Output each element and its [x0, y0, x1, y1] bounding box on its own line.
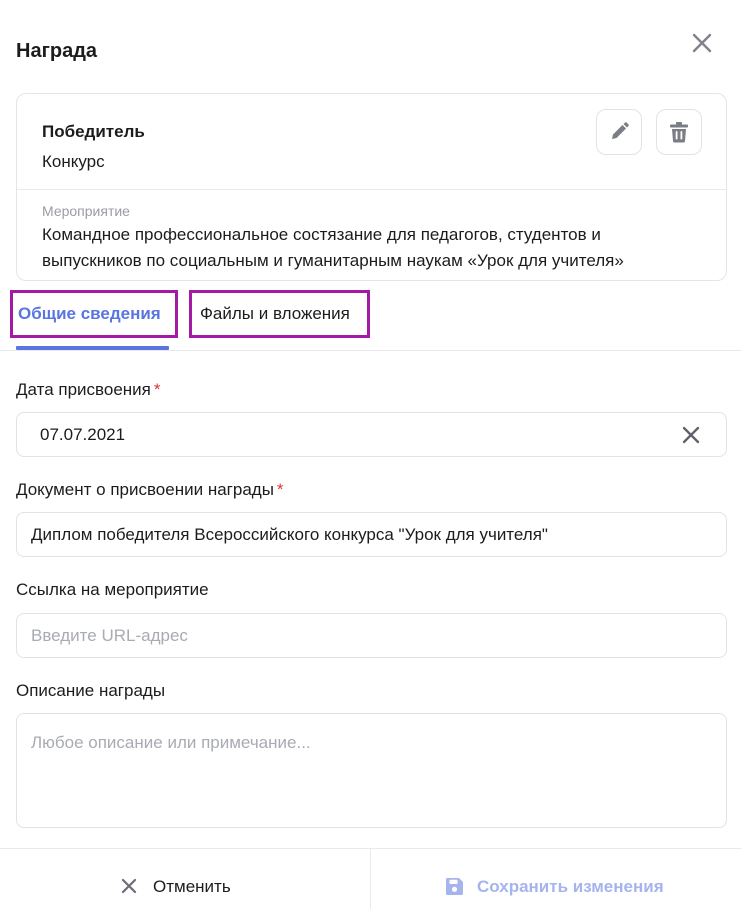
cancel-button-label: Отменить: [153, 877, 231, 896]
document-label: Документ о присвоении награды *: [16, 480, 284, 500]
clear-icon[interactable]: [679, 423, 703, 447]
tab-general-info[interactable]: Общие сведения: [10, 290, 178, 338]
date-label-text: Дата присвоения: [16, 380, 151, 399]
required-mark: *: [276, 480, 284, 499]
tab-general-info-label: Общие сведения: [18, 304, 161, 323]
cancel-button[interactable]: Отменить: [0, 849, 370, 909]
delete-button[interactable]: [656, 109, 702, 155]
document-label-text: Документ о присвоении награды: [16, 480, 274, 499]
award-dialog: Награда Победитель Конкурс Мероприятие К…: [0, 0, 741, 909]
award-card: Победитель Конкурс Мероприятие Командное: [16, 93, 727, 281]
dialog-footer: Отменить Сохранить изменения: [0, 848, 741, 909]
edit-button[interactable]: [596, 109, 642, 155]
award-card-header: Победитель Конкурс: [17, 94, 726, 190]
tab-files-attachments-label: Файлы и вложения: [200, 304, 350, 323]
date-value: 07.07.2021: [40, 425, 126, 444]
description-label: Описание награды: [16, 681, 166, 700]
save-button-label: Сохранить изменения: [477, 877, 664, 896]
date-field[interactable]: 07.07.2021: [16, 412, 727, 457]
event-link-placeholder: Введите URL-адрес: [31, 626, 188, 645]
event-text: Командное профессиональное состязание дл…: [42, 225, 624, 270]
floppy-disk-icon: [446, 878, 463, 895]
dialog-title: Награда: [16, 40, 98, 62]
event-link-input[interactable]: Введите URL-адрес: [16, 613, 727, 658]
description-placeholder: Любое описание или примечание...: [31, 733, 311, 752]
award-name: Победитель: [42, 122, 145, 141]
award-type: Конкурс: [42, 152, 105, 171]
event-label: Мероприятие: [42, 203, 130, 219]
trash-icon: [670, 122, 688, 143]
link-label: Ссылка на мероприятие: [16, 580, 209, 599]
required-mark: *: [153, 380, 161, 399]
close-icon: [121, 878, 137, 894]
tabs-divider: [0, 350, 741, 351]
save-changes-button[interactable]: Сохранить изменения: [371, 849, 741, 909]
document-field[interactable]: Диплом победителя Всероссийского конкурс…: [16, 512, 727, 557]
tab-files-attachments[interactable]: Файлы и вложения: [189, 290, 370, 338]
document-value: Диплом победителя Всероссийского конкурс…: [31, 525, 548, 544]
description-textarea[interactable]: Любое описание или примечание...: [16, 713, 727, 828]
date-label: Дата присвоения *: [16, 380, 161, 400]
close-icon[interactable]: [689, 30, 715, 56]
pencil-icon: [612, 122, 629, 139]
